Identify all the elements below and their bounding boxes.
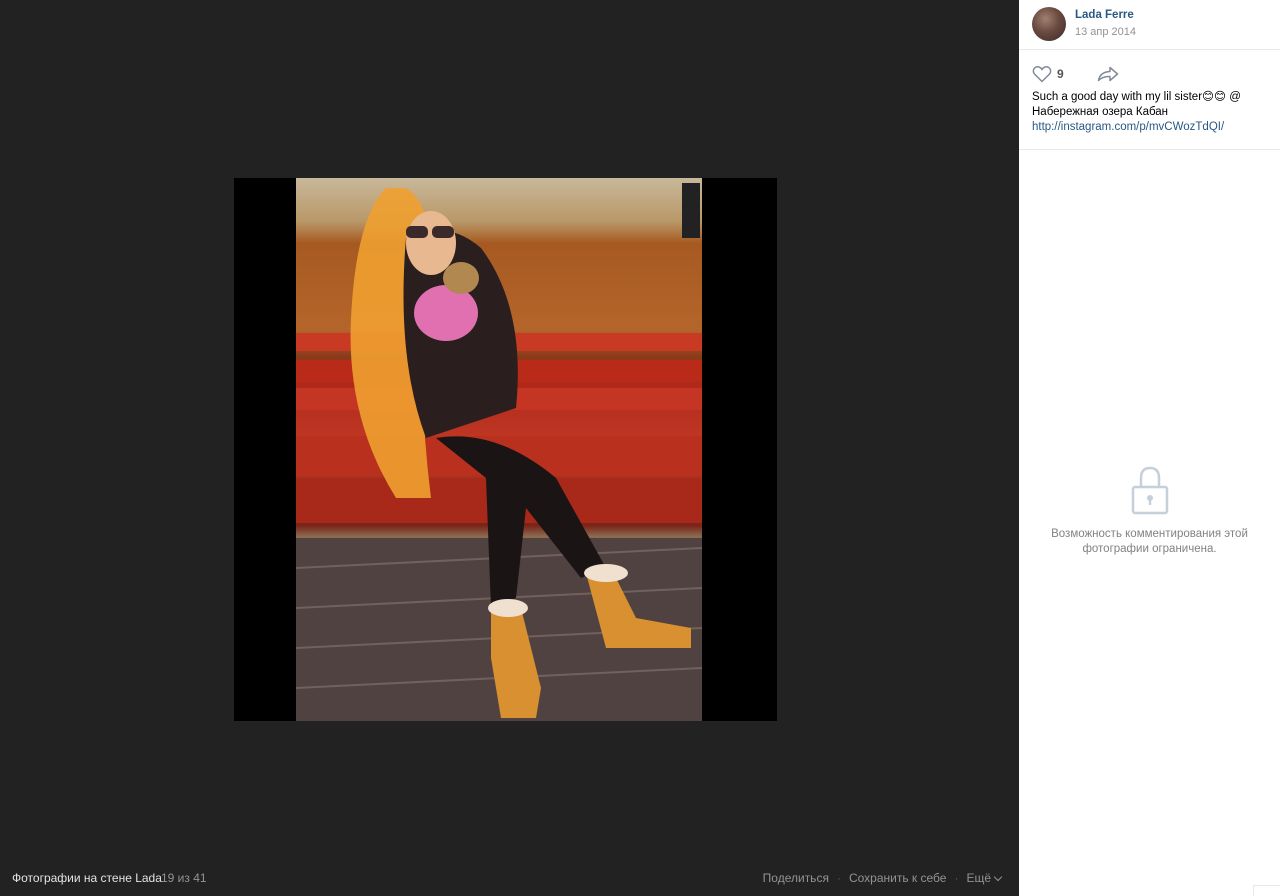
author-name[interactable]: Lada Ferre — [1075, 9, 1134, 21]
author-header: Lada Ferre 13 апр 2014 — [1019, 0, 1280, 50]
restricted-text: фотографии ограничена. — [1082, 543, 1217, 555]
photo-viewer: Фотографии на стене Lada 19 из 41 Подели… — [0, 0, 1019, 896]
like-count: 9 — [1057, 67, 1064, 81]
like-button[interactable]: 9 — [1032, 65, 1064, 83]
description-line: Such a good day with my lil sister😊😊 @ — [1032, 91, 1241, 103]
instagram-link[interactable]: http://instagram.com/p/mvCWozTdQI/ — [1032, 121, 1224, 133]
share-link[interactable]: Поделиться — [763, 871, 829, 885]
description-line: Набережная озера Кабан — [1032, 106, 1169, 118]
post-date[interactable]: 13 апр 2014 — [1075, 26, 1136, 38]
heart-icon — [1032, 65, 1052, 83]
footer-actions: Поделиться · Сохранить к себе · Ещё — [763, 871, 1003, 885]
separator-dot: · — [836, 871, 841, 885]
photo-sidebar: Lada Ferre 13 апр 2014 9 Such a good day… — [1019, 0, 1280, 896]
lock-icon — [1131, 466, 1168, 515]
viewer-footer: Фотографии на стене Lada 19 из 41 Подели… — [0, 870, 1019, 896]
photo-illustration — [296, 183, 702, 721]
photo[interactable] — [296, 178, 702, 721]
avatar[interactable] — [1032, 7, 1066, 41]
photo-counter: 19 из 41 — [161, 871, 207, 885]
more-menu[interactable]: Ещё — [966, 871, 1003, 885]
photo-description: Such a good day with my lil sister😊😊 @ Н… — [1032, 90, 1270, 135]
share-arrow-icon[interactable] — [1097, 66, 1119, 82]
separator-dot: · — [954, 871, 959, 885]
restricted-text: Возможность комментирования этой — [1051, 528, 1248, 540]
more-label: Ещё — [966, 871, 991, 885]
scrollbar-corner — [1253, 885, 1280, 896]
divider — [1019, 149, 1280, 150]
comments-restricted: Возможность комментирования этой фотогра… — [1039, 465, 1260, 557]
save-to-self-link[interactable]: Сохранить к себе — [849, 871, 947, 885]
photo-frame[interactable] — [234, 178, 777, 721]
chevron-down-icon — [993, 872, 1003, 882]
album-title[interactable]: Фотографии на стене Lada — [12, 871, 162, 885]
